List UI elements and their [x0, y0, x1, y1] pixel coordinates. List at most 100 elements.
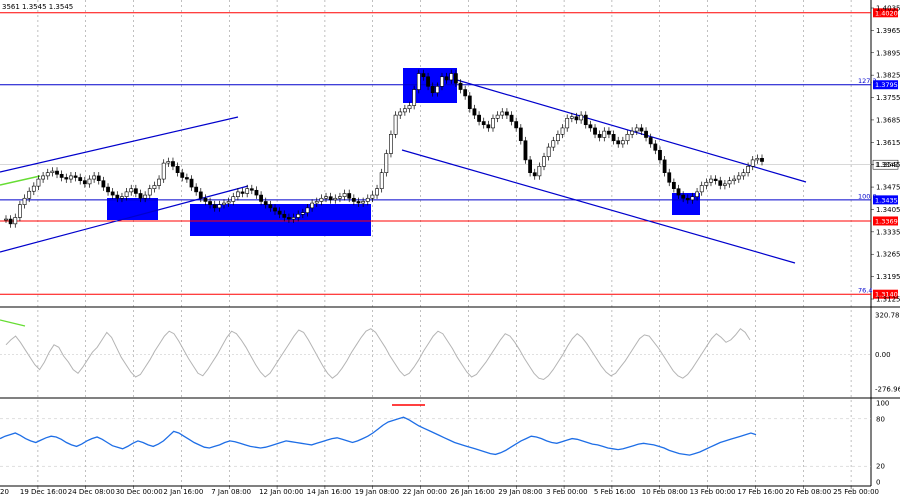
candle-body [430, 86, 435, 94]
cci-tick-label: -276.960 [875, 386, 900, 394]
candle-body [736, 175, 741, 180]
candle-body [236, 191, 240, 197]
candle-body [607, 130, 611, 135]
candle-body [426, 76, 430, 87]
candle-body [231, 196, 236, 202]
candle-body [574, 116, 579, 121]
candle-body [644, 130, 648, 138]
candle-body [166, 161, 171, 164]
candle-body [639, 127, 644, 132]
candle-body [546, 146, 551, 157]
candle-body [50, 170, 55, 173]
candle-body [565, 118, 570, 129]
candle-body [36, 178, 41, 187]
instrument-info: 3561 1.3545 1.3545 [2, 3, 73, 11]
candle-body [681, 194, 686, 199]
candle-body [597, 134, 602, 138]
fib-label: 127.2 [858, 77, 877, 85]
candle-body [319, 197, 324, 202]
candle-body [106, 186, 110, 193]
candle-body [658, 150, 662, 161]
candle-body [389, 134, 393, 154]
candle-body [259, 194, 263, 202]
cci-tick-label: 320.7896 [875, 312, 900, 320]
candle-body [671, 181, 676, 189]
time-tick-label: 12 Jan 00:00 [259, 488, 303, 496]
candle-body [579, 114, 584, 121]
candle-body [435, 86, 440, 94]
candle-body [746, 165, 750, 173]
candle-body [240, 191, 245, 194]
candle-body [314, 201, 319, 204]
candle-body [755, 157, 760, 161]
candle-body [384, 153, 389, 173]
candle-body [500, 111, 505, 116]
candle-body [342, 193, 347, 197]
candle-body [222, 202, 226, 205]
price-tick-label: 1.3545 [876, 161, 900, 169]
fib-label: 76.4 [858, 287, 872, 295]
candle-body [709, 178, 713, 183]
candle-body [96, 175, 101, 181]
candle-body [551, 140, 556, 148]
price-tick-label: 1.3895 [876, 49, 900, 57]
candle-body [667, 172, 672, 183]
candle-body [620, 140, 625, 145]
price-tick-label: 1.3755 [876, 94, 900, 102]
candle-body [147, 188, 152, 196]
time-tick-label: 17 Feb 16:00 [737, 488, 783, 496]
candle-body [296, 213, 301, 218]
price-tick-label: 1.4035 [876, 5, 900, 13]
candle-body [92, 175, 97, 180]
candle-body [208, 201, 212, 205]
candle-body [718, 180, 723, 186]
candle-body [328, 196, 333, 201]
price-tick-label: 1.3335 [876, 228, 900, 236]
price-tick-label: 1.3405 [876, 206, 900, 214]
candle-body [64, 177, 69, 180]
candle-body [467, 95, 472, 110]
time-tick-label: 22 Jan 00:00 [403, 488, 447, 496]
candle-body [180, 172, 185, 178]
candle-body [486, 124, 491, 129]
candle-body [129, 188, 134, 193]
candle-body [685, 197, 690, 201]
candle-body [333, 197, 338, 201]
cci-tick-label: 0.00 [875, 351, 891, 359]
price-tick-label: 1.3195 [876, 273, 900, 281]
candle-body [444, 76, 449, 81]
candle-body [203, 197, 208, 202]
candle-body [217, 204, 222, 209]
time-tick-label: 2 Jan 16:00 [163, 488, 203, 496]
candle-body [138, 193, 143, 199]
candle-body [273, 207, 277, 212]
candle-body [532, 172, 537, 177]
candle-body [583, 114, 588, 126]
candle-body [310, 202, 315, 209]
candle-body [402, 108, 407, 113]
candle-body [514, 121, 519, 129]
candle-body [356, 201, 361, 204]
price-tick-label: 1.3125 [876, 296, 900, 304]
candle-body [59, 173, 64, 178]
candle-body [407, 105, 412, 110]
price-tick-label: 1.3615 [876, 139, 900, 147]
candle-body [27, 190, 32, 199]
candle-body [189, 178, 194, 188]
rsi-tick-label: 80 [876, 415, 885, 423]
candle-body [133, 188, 138, 194]
candle-body [152, 185, 157, 189]
candle-body [226, 201, 231, 204]
candle-body [120, 196, 124, 199]
candle-body [727, 180, 732, 185]
price-tick-label: 1.3825 [876, 72, 900, 80]
candle-body [491, 118, 495, 129]
candle-body [249, 188, 254, 191]
candle-body [463, 89, 468, 97]
candle-body [300, 212, 305, 215]
candle-body [351, 197, 356, 202]
candle-body [324, 196, 328, 199]
time-tick-label: 10 Feb 08:00 [642, 488, 688, 496]
candle-body [630, 130, 635, 135]
candle-body [338, 196, 342, 199]
